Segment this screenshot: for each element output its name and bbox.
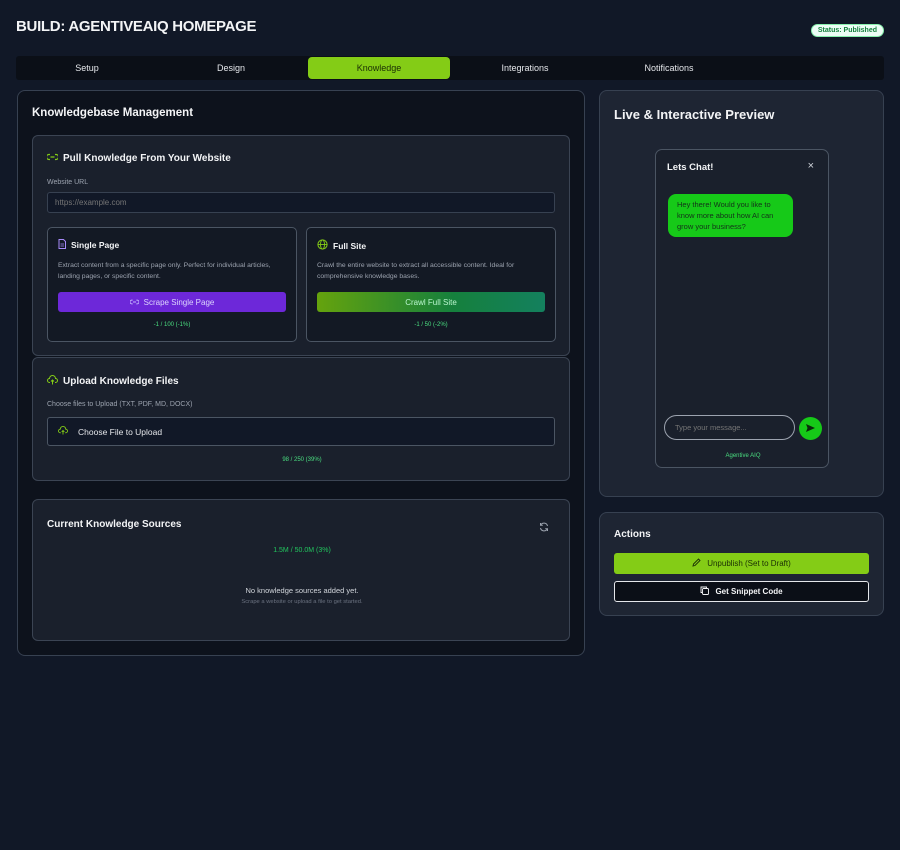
sources-title: Current Knowledge Sources: [47, 519, 182, 530]
single-page-desc: Extract content from a specific page onl…: [58, 262, 271, 280]
send-button[interactable]: [799, 417, 822, 440]
tab-bar: Setup Design Knowledge Integrations Noti…: [16, 56, 884, 80]
pencil-icon: [692, 558, 701, 569]
refresh-icon[interactable]: [539, 519, 549, 537]
chat-header: Lets Chat!: [667, 162, 714, 173]
full-site-card[interactable]: Full Site Crawl the entire website to ex…: [306, 227, 556, 342]
single-page-card[interactable]: Single Page Extract content from a speci…: [47, 227, 297, 342]
choose-file-label: Choose File to Upload: [78, 426, 163, 437]
close-icon[interactable]: ×: [808, 160, 814, 172]
snippet-label: Get Snippet Code: [715, 587, 783, 596]
pull-title: Pull Knowledge From Your Website: [63, 153, 231, 164]
chat-footer-brand: Agentive AIQ: [725, 453, 761, 459]
tab-integrations[interactable]: Integrations: [454, 56, 596, 80]
single-page-usage: -1 / 100 (-1%): [153, 322, 191, 328]
upload-label: Choose files to Upload (TXT, PDF, MD, DO…: [47, 401, 193, 408]
globe-icon: [317, 239, 328, 252]
scrape-button-label: Scrape Single Page: [143, 297, 215, 307]
choose-file-button[interactable]: Choose File to Upload: [47, 417, 555, 446]
copy-icon: [700, 586, 710, 597]
upload-title-row: Upload Knowledge Files: [47, 375, 179, 388]
tab-setup[interactable]: Setup: [16, 56, 158, 80]
send-icon: [805, 420, 816, 438]
url-label: Website URL: [47, 179, 89, 186]
cloud-upload-icon: [58, 426, 68, 437]
unpublish-label: Unpublish (Set to Draft): [707, 559, 791, 568]
empty-state-hint: Scrape a website or upload a file to get…: [241, 599, 363, 605]
website-url-input[interactable]: [47, 192, 555, 213]
chat-widget: Lets Chat! × Hey there! Would you like t…: [655, 149, 829, 468]
chat-message-input[interactable]: [664, 415, 795, 440]
sources-section: Current Knowledge Sources 1.5M / 50.0M (…: [32, 499, 570, 641]
upload-usage: 98 / 250 (39%): [282, 457, 322, 463]
link-icon: [45, 153, 60, 164]
tab-notifications[interactable]: Notifications: [598, 56, 740, 80]
scrape-single-page-button[interactable]: Scrape Single Page: [58, 292, 286, 312]
full-site-title-row: Full Site: [317, 239, 366, 252]
actions-title: Actions: [614, 529, 651, 540]
full-site-desc: Crawl the entire website to extract all …: [317, 262, 515, 280]
upload-section: Upload Knowledge Files Choose files to U…: [32, 357, 570, 481]
knowledgebase-panel: Knowledgebase Management Pull Knowledge …: [17, 90, 585, 656]
full-site-usage: -1 / 50 (-2%): [414, 322, 448, 328]
preview-title: Live & Interactive Preview: [614, 107, 775, 122]
link-icon: [129, 298, 140, 307]
get-snippet-code-button[interactable]: Get Snippet Code: [614, 581, 869, 602]
cloud-upload-icon: [47, 375, 58, 388]
storage-usage: 1.5M / 50.0M (3%): [273, 547, 331, 554]
preview-panel: Live & Interactive Preview Lets Chat! × …: [599, 90, 884, 497]
single-page-title-row: Single Page: [58, 239, 119, 251]
document-icon: [58, 239, 66, 251]
pull-section: Pull Knowledge From Your Website Website…: [32, 135, 570, 356]
page-title: BUILD: AGENTIVEAIQ HOMEPAGE: [16, 18, 257, 35]
upload-title: Upload Knowledge Files: [63, 376, 179, 387]
empty-state-title: No knowledge sources added yet.: [245, 586, 359, 595]
pull-title-row: Pull Knowledge From Your Website: [45, 153, 231, 164]
status-badge: Status: Published: [810, 24, 884, 37]
panel-title: Knowledgebase Management: [32, 107, 194, 119]
tab-design[interactable]: Design: [160, 56, 302, 80]
crawl-full-site-button[interactable]: Crawl Full Site: [317, 292, 545, 312]
actions-panel: Actions Unpublish (Set to Draft) Get Sni…: [599, 512, 884, 616]
single-page-title: Single Page: [71, 240, 120, 250]
chat-message-bubble: Hey there! Would you like to know more a…: [668, 194, 793, 237]
tab-knowledge[interactable]: Knowledge: [308, 57, 450, 79]
full-site-title: Full Site: [333, 240, 367, 251]
unpublish-button[interactable]: Unpublish (Set to Draft): [614, 553, 869, 574]
